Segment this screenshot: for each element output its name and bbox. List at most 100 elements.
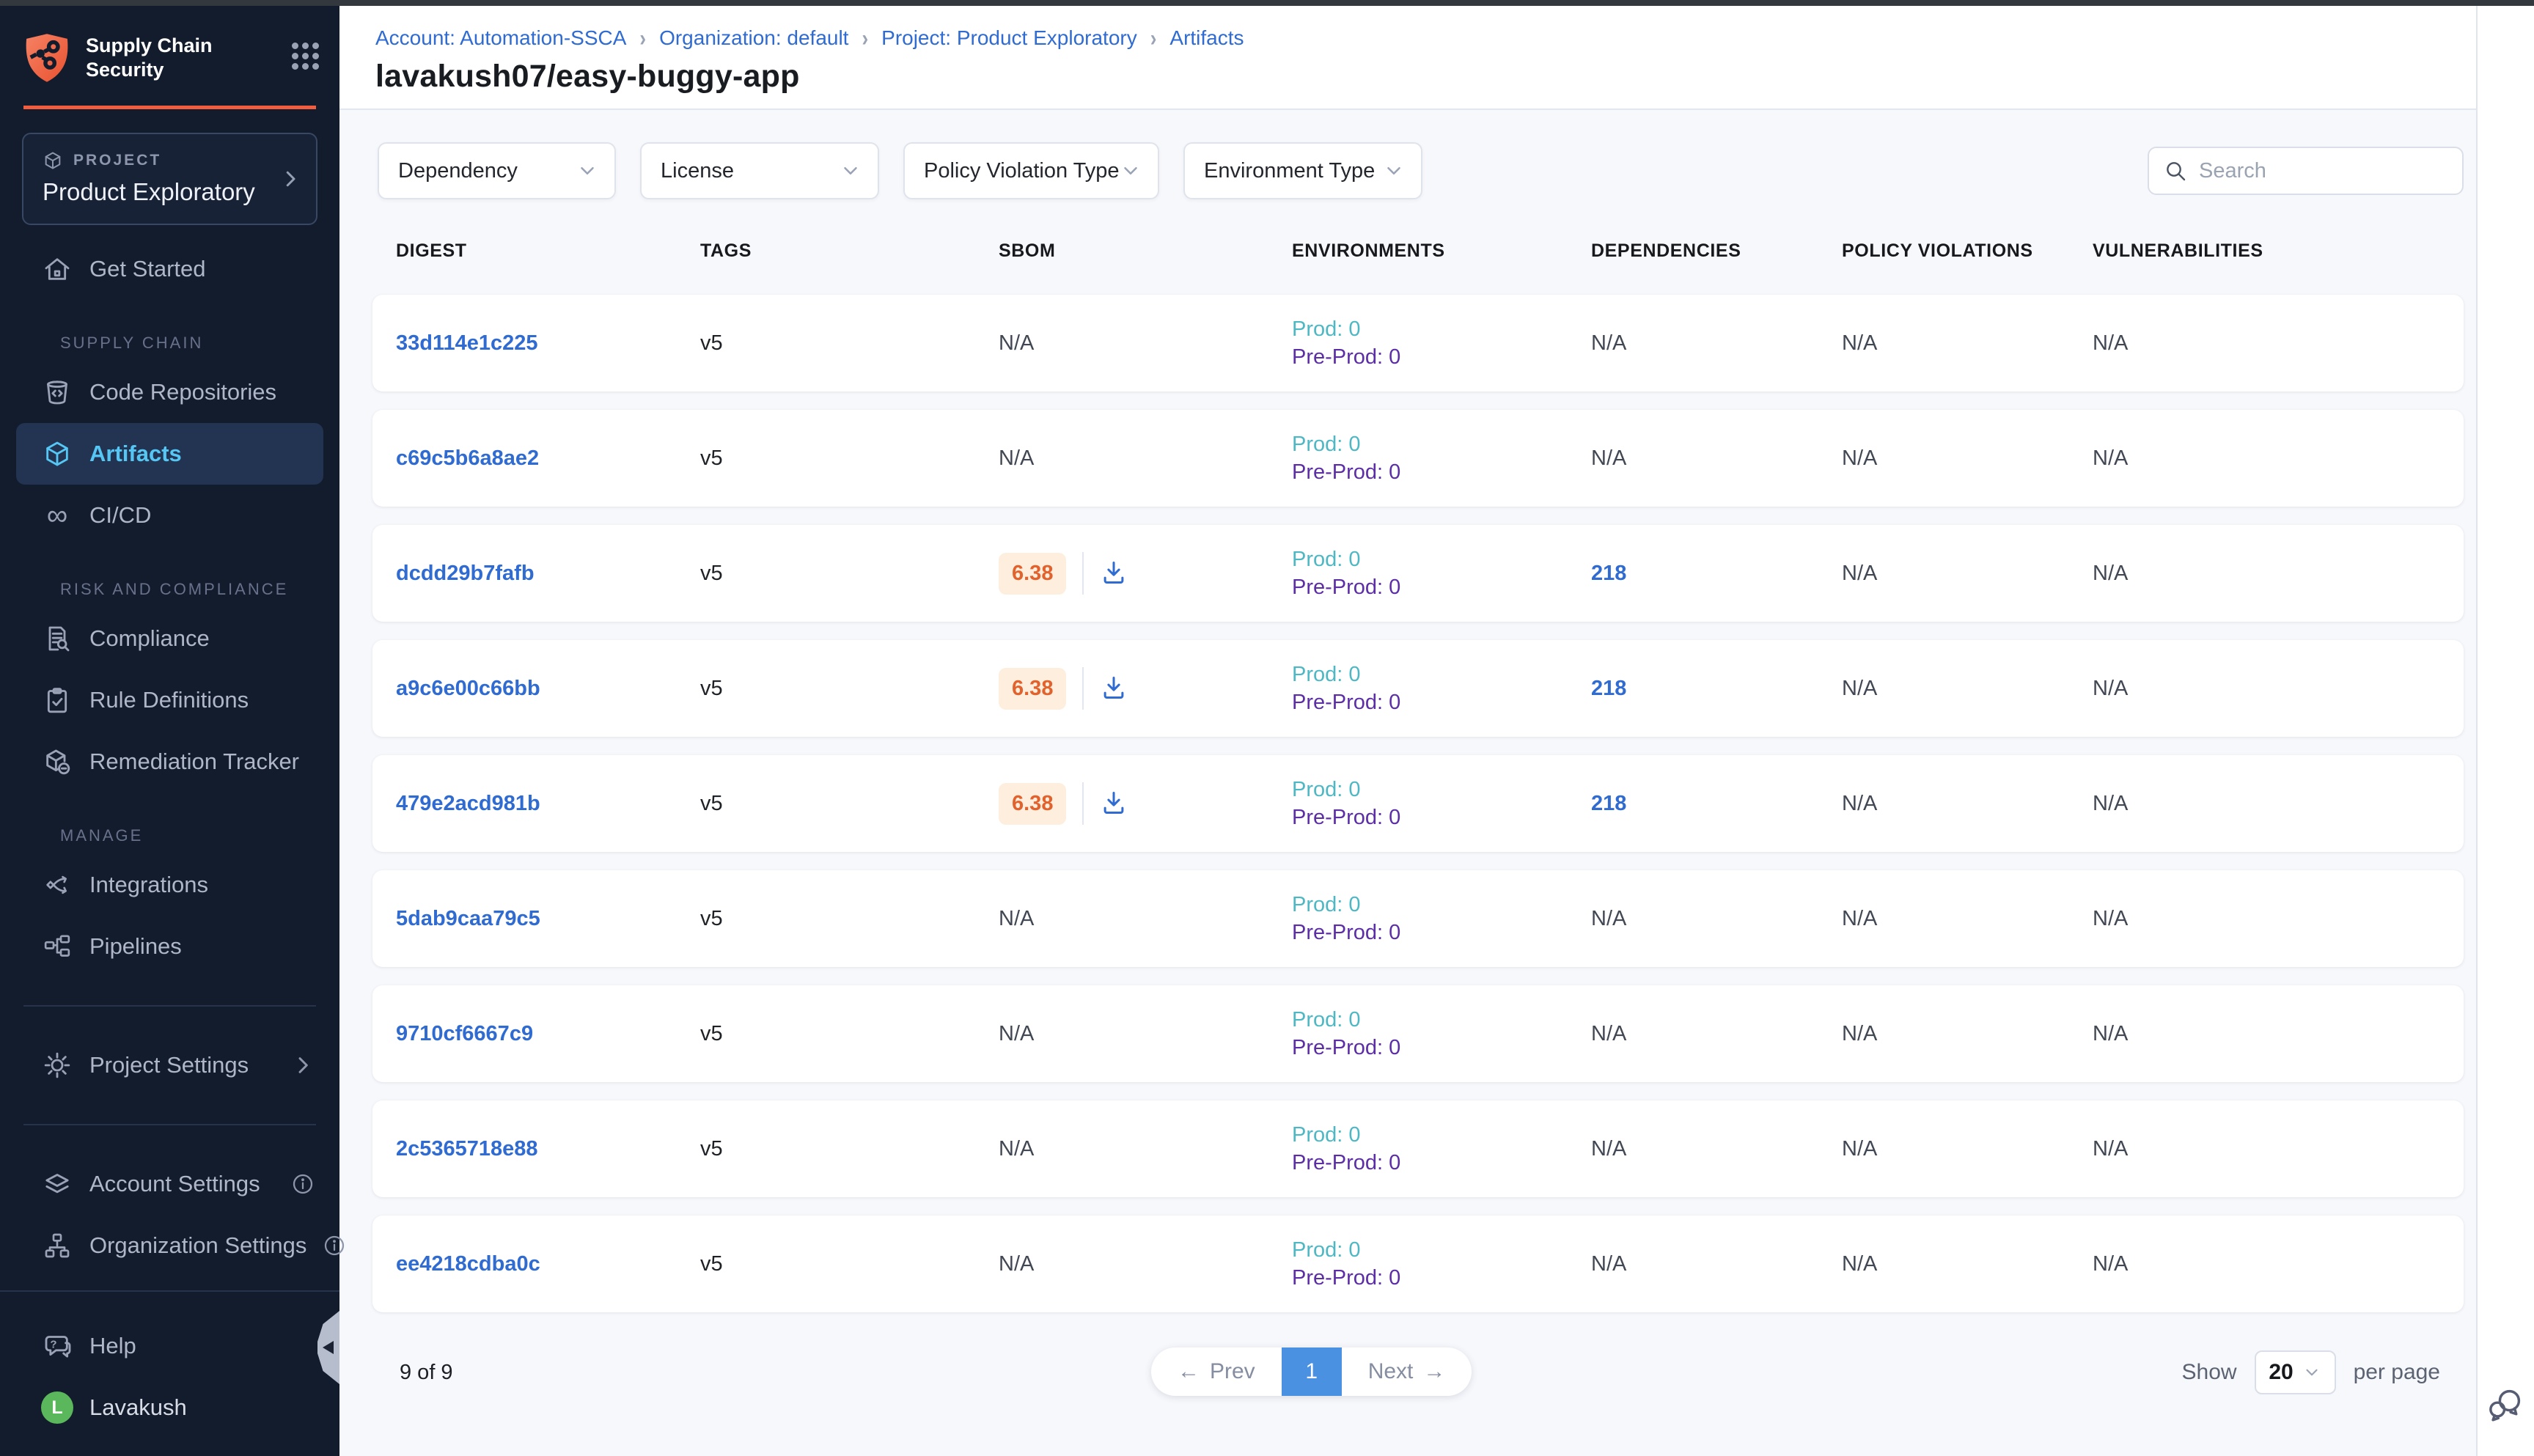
digest-link[interactable]: 33d114e1c225 — [396, 331, 700, 356]
sbom-na-value: N/A — [999, 907, 1034, 931]
sbom-score-group: 6.38 — [999, 667, 1129, 710]
chevron-down-icon — [1120, 160, 1142, 182]
project-selector[interactable]: PROJECT Product Exploratory — [22, 133, 317, 225]
column-header-environments: ENVIRONMENTS — [1292, 240, 1591, 262]
page-title: lavakush07/easy-buggy-app — [375, 59, 2476, 95]
vulnerabilities-value: N/A — [2093, 562, 2464, 586]
sidebar-item-artifacts[interactable]: Artifacts — [16, 423, 323, 485]
digest-link[interactable]: 9710cf6667c9 — [396, 1022, 700, 1046]
search-icon — [2164, 159, 2187, 183]
sbom-na-value: N/A — [999, 1252, 1034, 1276]
gear-icon — [41, 1049, 73, 1081]
window-top-strip — [0, 0, 2534, 6]
sidebar-item-code-repositories[interactable]: Code Repositories — [0, 361, 339, 423]
sbom-cell: N/A — [999, 446, 1292, 471]
policy-violations-value: N/A — [1842, 331, 2093, 356]
tag-value: v5 — [700, 331, 999, 356]
sidebar-item-help[interactable]: ? Help — [0, 1315, 339, 1377]
right-gutter — [2476, 6, 2534, 1456]
sidebar-item-pipelines[interactable]: Pipelines — [0, 916, 339, 977]
digest-link[interactable]: 5dab9caa79c5 — [396, 907, 700, 931]
filter-policy-violation-type[interactable]: Policy Violation Type — [903, 142, 1159, 199]
digest-link[interactable]: c69c5b6a8ae2 — [396, 446, 700, 471]
policy-violations-value: N/A — [1842, 907, 2093, 931]
sidebar-item-organization-settings[interactable]: Organization Settings — [0, 1215, 339, 1276]
digest-link[interactable]: 2c5365718e88 — [396, 1137, 700, 1161]
sbom-download-button[interactable] — [1100, 789, 1129, 818]
environments-cell: Prod: 0 Pre-Prod: 0 — [1292, 776, 1591, 831]
filter-dependency[interactable]: Dependency — [378, 142, 616, 199]
policy-violations-value: N/A — [1842, 792, 2093, 816]
chevron-right-icon — [279, 168, 301, 190]
next-page-button[interactable]: Next → — [1342, 1347, 1472, 1396]
digest-link[interactable]: dcdd29b7fafb — [396, 562, 700, 586]
breadcrumb-artifacts[interactable]: Artifacts — [1169, 26, 1244, 50]
filter-license[interactable]: License — [640, 142, 879, 199]
policy-violations-value: N/A — [1842, 677, 2093, 701]
env-prod-count: Prod: 0 — [1292, 661, 1591, 688]
sbom-download-button[interactable] — [1100, 559, 1129, 588]
column-header-sbom: SBOM — [999, 240, 1292, 262]
policy-violations-value: N/A — [1842, 1137, 2093, 1161]
sbom-na-value: N/A — [999, 1022, 1034, 1046]
feedback-chat-icon[interactable] — [2486, 1386, 2524, 1424]
cube-icon — [43, 150, 63, 171]
table-row: dcdd29b7fafb v5 6.38 Prod: 0 Pre-Prod: 0… — [372, 525, 2464, 622]
filter-environment-type[interactable]: Environment Type — [1183, 142, 1422, 199]
dependencies-value: N/A — [1591, 1252, 1842, 1276]
search-input[interactable] — [2199, 159, 2447, 183]
env-prod-count: Prod: 0 — [1292, 545, 1591, 573]
sidebar-item-account-settings[interactable]: Account Settings — [0, 1153, 339, 1215]
env-preprod-count: Pre-Prod: 0 — [1292, 688, 1591, 716]
sbom-score-badge: 6.38 — [999, 553, 1066, 595]
divider — [1082, 667, 1084, 710]
nav-section-supply-chain: SUPPLY CHAIN — [0, 300, 339, 361]
sidebar-item-compliance[interactable]: Compliance — [0, 608, 339, 669]
divider — [1082, 782, 1084, 825]
user-menu[interactable]: L Lavakush — [0, 1377, 339, 1438]
page-size-select[interactable]: 20 — [2255, 1350, 2336, 1394]
sbom-download-button[interactable] — [1100, 674, 1129, 703]
digest-link[interactable]: 479e2acd981b — [396, 792, 700, 816]
org-hierarchy-icon — [41, 1229, 73, 1262]
sidebar-item-get-started[interactable]: Get Started — [0, 238, 339, 300]
vulnerabilities-value: N/A — [2093, 446, 2464, 471]
app-title: Supply Chain Security — [86, 32, 276, 82]
sbom-cell: 6.38 — [999, 667, 1292, 710]
sidebar-item-remediation-tracker[interactable]: Remediation Tracker — [0, 731, 339, 793]
env-preprod-count: Pre-Prod: 0 — [1292, 343, 1591, 371]
policy-violations-value: N/A — [1842, 562, 2093, 586]
column-header-tags: TAGS — [700, 240, 999, 262]
sidebar-item-rule-definitions[interactable]: Rule Definitions — [0, 669, 339, 731]
page-1-button[interactable]: 1 — [1282, 1347, 1342, 1396]
dependencies-link[interactable]: 218 — [1591, 677, 1842, 701]
env-preprod-count: Pre-Prod: 0 — [1292, 458, 1591, 486]
tag-value: v5 — [700, 1252, 999, 1276]
env-prod-count: Prod: 0 — [1292, 430, 1591, 458]
environments-cell: Prod: 0 Pre-Prod: 0 — [1292, 891, 1591, 946]
breadcrumb-separator: › — [639, 24, 646, 51]
sidebar-divider — [23, 1005, 316, 1007]
breadcrumb-account[interactable]: Account: Automation-SSCA — [375, 26, 626, 50]
dependencies-link[interactable]: 218 — [1591, 562, 1842, 586]
breadcrumb-project[interactable]: Project: Product Exploratory — [881, 26, 1137, 50]
dependencies-link[interactable]: 218 — [1591, 792, 1842, 816]
sidebar-item-cicd[interactable]: ∞ CI/CD — [0, 485, 339, 546]
env-preprod-count: Pre-Prod: 0 — [1292, 804, 1591, 831]
document-search-icon — [41, 622, 73, 655]
sidebar-item-integrations[interactable]: Integrations — [0, 854, 339, 916]
env-prod-count: Prod: 0 — [1292, 776, 1591, 804]
breadcrumb-organization[interactable]: Organization: default — [659, 26, 848, 50]
digest-link[interactable]: a9c6e00c66bb — [396, 677, 700, 701]
table-row: ee4218cdba0c v5 N/A Prod: 0 Pre-Prod: 0 … — [372, 1216, 2464, 1312]
chevron-down-icon — [2302, 1363, 2321, 1382]
module-grid-icon[interactable] — [292, 43, 319, 70]
env-prod-count: Prod: 0 — [1292, 1006, 1591, 1034]
dependencies-value: N/A — [1591, 331, 1842, 356]
nav-section-risk-and-compliance: RISK AND COMPLIANCE — [0, 546, 339, 608]
digest-link[interactable]: ee4218cdba0c — [396, 1252, 700, 1276]
sidebar-item-project-settings[interactable]: Project Settings — [0, 1034, 339, 1096]
prev-page-button[interactable]: ← Prev — [1151, 1347, 1282, 1396]
info-icon[interactable] — [323, 1234, 346, 1257]
info-icon[interactable] — [291, 1172, 315, 1196]
